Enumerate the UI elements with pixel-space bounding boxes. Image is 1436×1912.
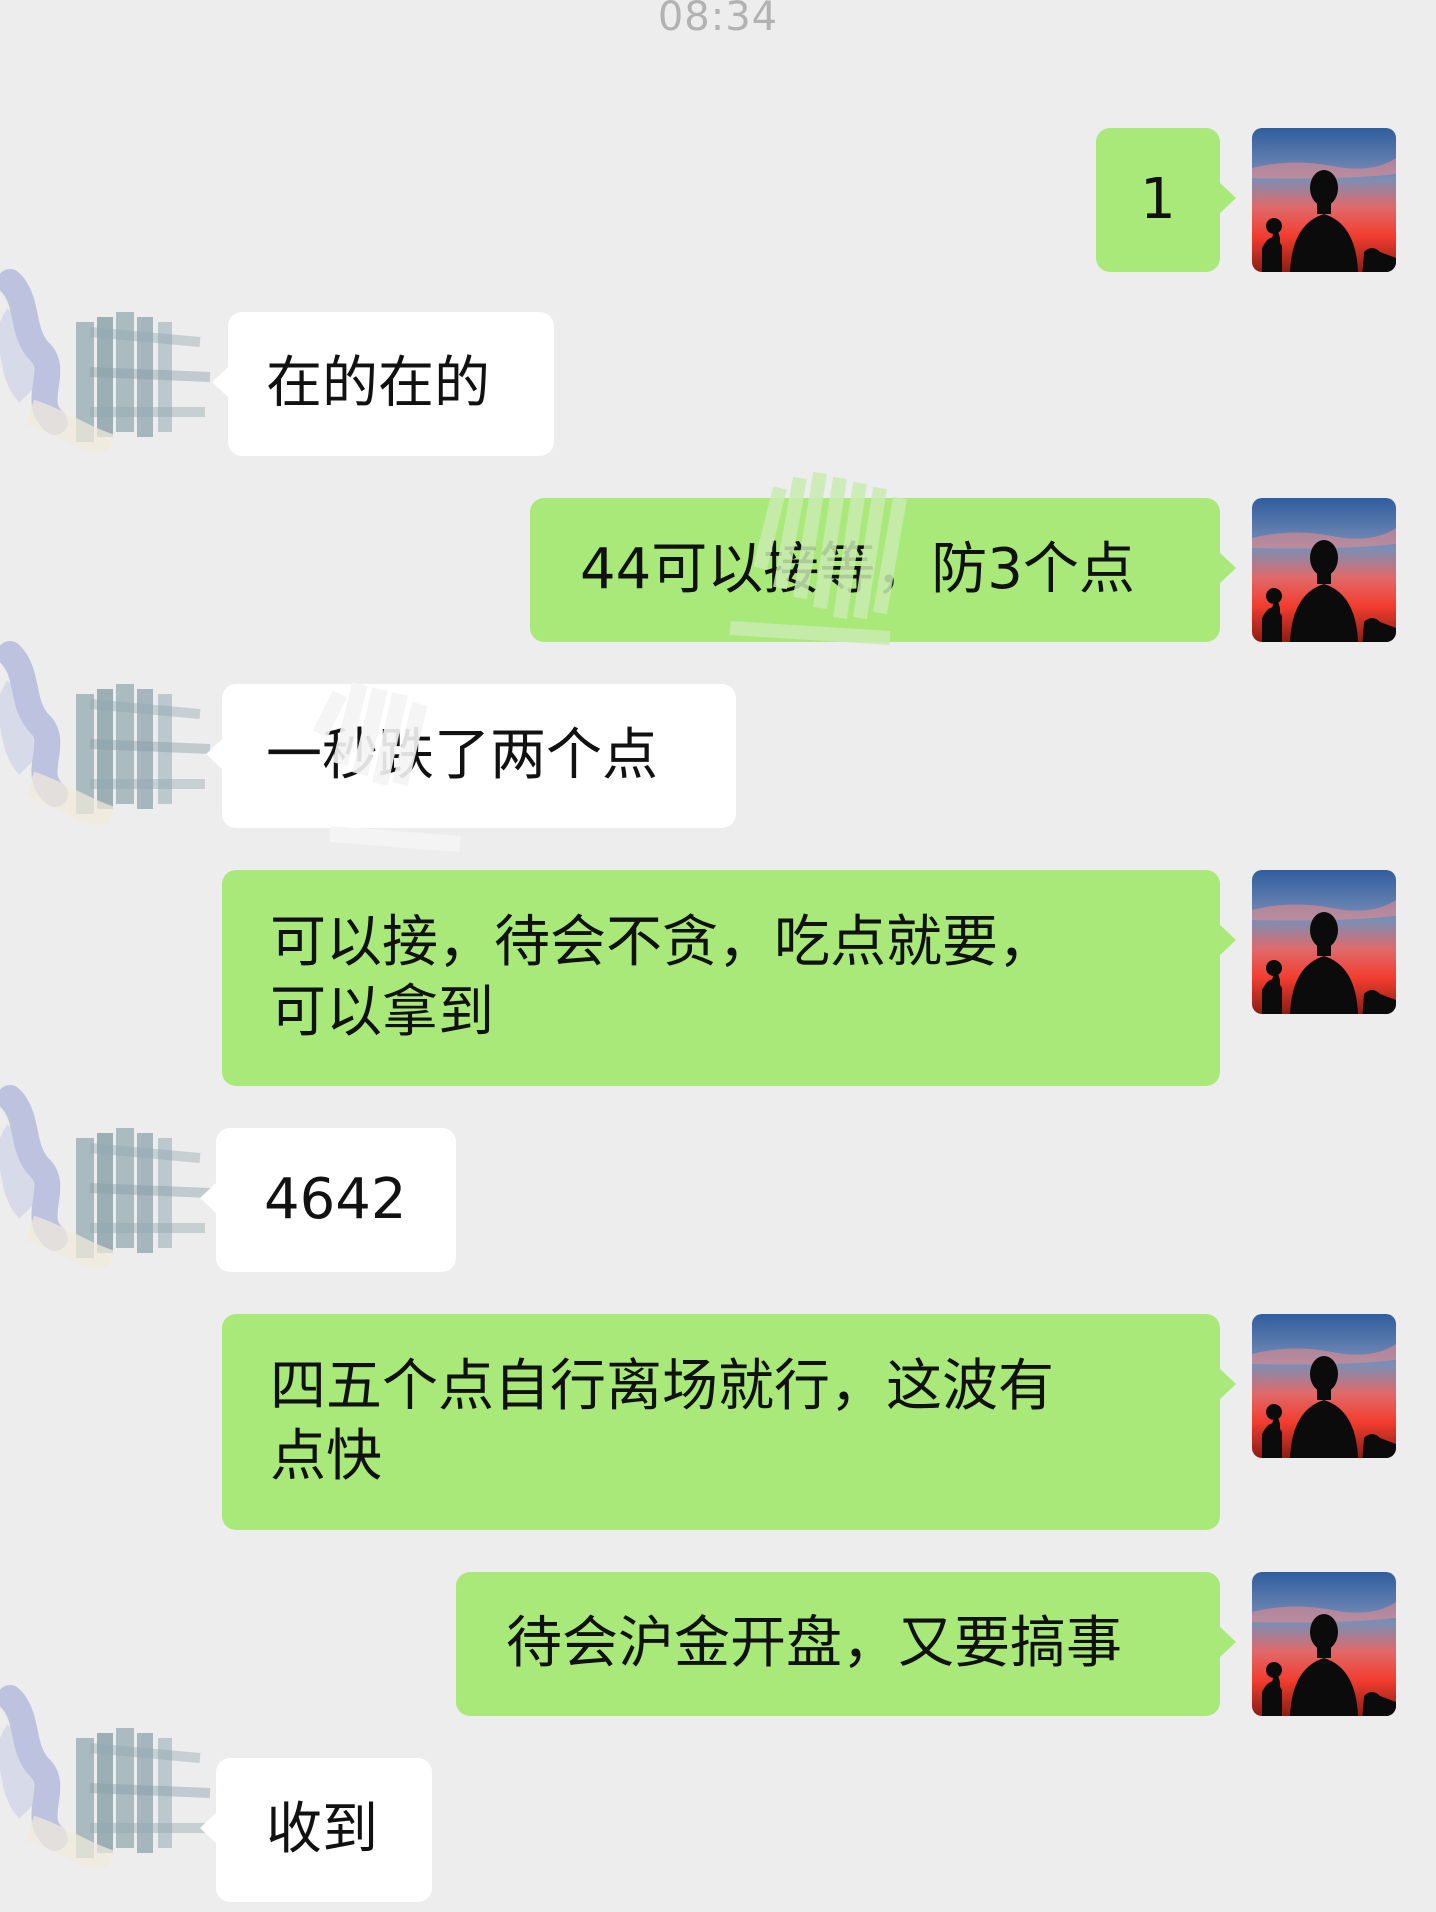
- chat-screen: 08:34 1 在的在的 44可以接等，防3个点 一秒跌了两个点 可以接，待会不…: [0, 0, 1436, 1912]
- received-message-bubble[interactable]: 一秒跌了两个点: [206, 684, 736, 828]
- self-avatar-icon[interactable]: [1252, 1314, 1396, 1458]
- sent-message-bubble[interactable]: 可以接，待会不贪，吃点就要， 可以拿到: [222, 870, 1236, 1086]
- message-row: 44可以接等，防3个点: [0, 471, 1436, 645]
- received-message-bubble[interactable]: 4642: [200, 1128, 456, 1272]
- self-avatar-icon[interactable]: [1252, 498, 1396, 642]
- message-row: 一秒跌了两个点: [0, 684, 1436, 852]
- self-avatar-icon[interactable]: [1252, 1572, 1396, 1716]
- sent-message-bubble[interactable]: 1: [1096, 128, 1236, 272]
- message-row: 收到: [0, 1758, 1436, 1902]
- message-timestamp: 08:34: [657, 0, 779, 40]
- sent-message-bubble[interactable]: 待会沪金开盘，又要搞事: [456, 1572, 1236, 1716]
- received-message-bubble[interactable]: 在的在的: [212, 312, 554, 456]
- other-avatar-icon[interactable]: [0, 1678, 220, 1868]
- message-row: 可以接，待会不贪，吃点就要， 可以拿到: [0, 870, 1436, 1086]
- other-avatar-icon[interactable]: [0, 634, 220, 824]
- message-row: 1: [0, 128, 1436, 272]
- message-row: 在的在的: [0, 312, 1436, 456]
- message-row: 4642: [0, 1128, 1436, 1272]
- sent-message-bubble[interactable]: 44可以接等，防3个点: [530, 498, 1236, 642]
- received-message-bubble[interactable]: 收到: [200, 1758, 432, 1902]
- self-avatar-icon[interactable]: [1252, 128, 1396, 272]
- other-avatar-icon[interactable]: [0, 262, 220, 452]
- sent-message-bubble[interactable]: 四五个点自行离场就行，这波有 点快: [222, 1314, 1236, 1530]
- other-avatar-icon[interactable]: [0, 1078, 220, 1268]
- message-row: 四五个点自行离场就行，这波有 点快: [0, 1314, 1436, 1530]
- self-avatar-icon[interactable]: [1252, 870, 1396, 1014]
